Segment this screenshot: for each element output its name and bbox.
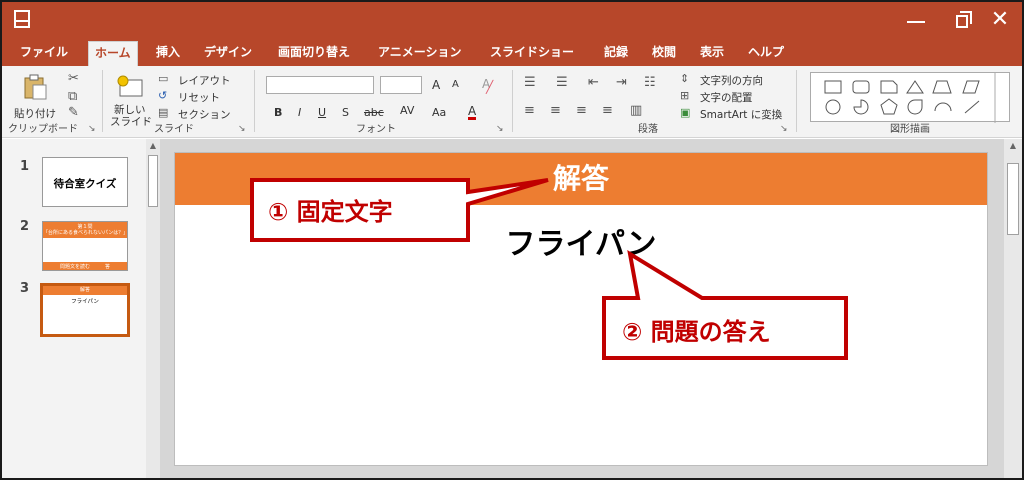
callout-overlay xyxy=(250,178,848,360)
callout-answer-text: ② 問題の答え xyxy=(622,318,771,346)
callout-fixed-text: ① 固定文字 xyxy=(268,198,393,226)
powerpoint-window: ✕ ファイル ホーム 挿入 デザイン 画面切り替え アニメーション スライドショ… xyxy=(0,0,1024,480)
